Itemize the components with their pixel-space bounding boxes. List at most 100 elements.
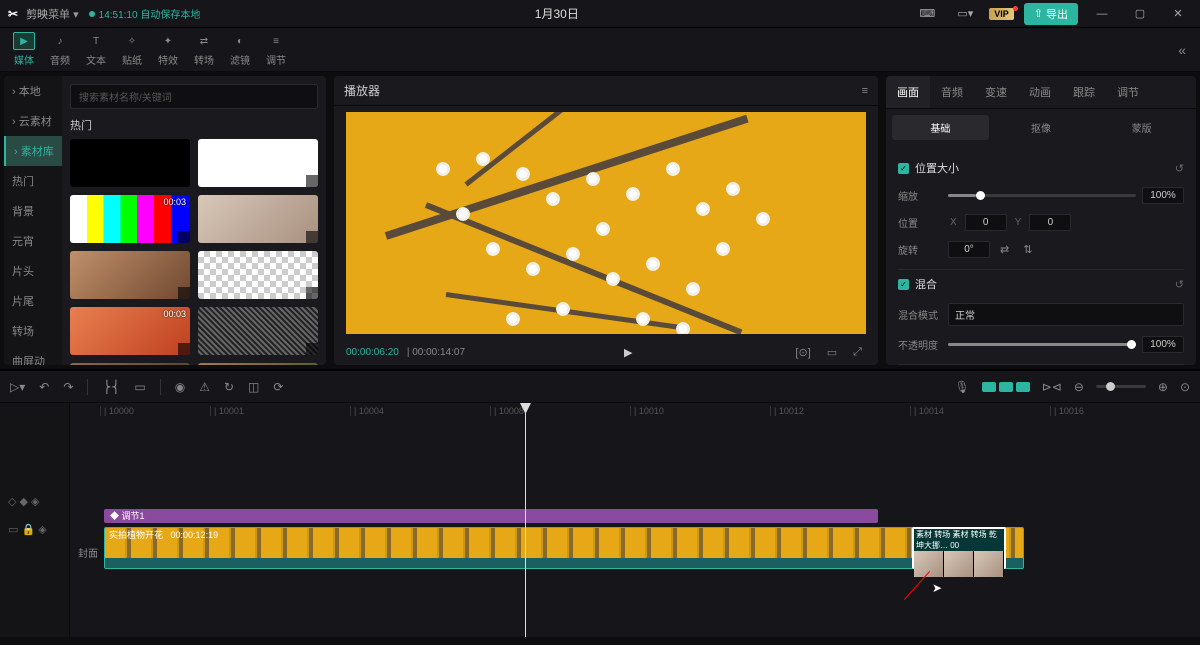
zoom-slider[interactable] bbox=[1096, 385, 1146, 388]
track-toggle-adjust[interactable]: ◇ ◆ ◈ bbox=[0, 487, 69, 515]
category-tab-2[interactable]: T文本 bbox=[78, 32, 114, 67]
layout-icon[interactable]: ▭▾ bbox=[951, 7, 979, 20]
pos-size-header: 位置大小 bbox=[915, 160, 959, 176]
reverse-icon[interactable]: ↻ bbox=[224, 380, 234, 394]
zoom-fit-icon[interactable]: ⊙ bbox=[1180, 380, 1190, 394]
inspector-subtab[interactable]: 基础 bbox=[892, 115, 989, 140]
media-sidebar-item[interactable]: 片头 bbox=[4, 256, 62, 286]
media-sidebar-item[interactable]: 转场 bbox=[4, 316, 62, 346]
media-sidebar-item[interactable]: › 本地 bbox=[4, 76, 62, 106]
app-name: 剪映 bbox=[26, 6, 48, 22]
opacity-slider[interactable] bbox=[948, 343, 1136, 346]
media-sidebar-item[interactable]: 片尾 bbox=[4, 286, 62, 316]
blend-checkbox[interactable]: ✓ bbox=[898, 279, 909, 290]
media-sidebar-item[interactable]: 曲屏动画 bbox=[4, 346, 62, 365]
freeze-icon[interactable]: ⚠ bbox=[199, 380, 210, 394]
media-sidebar-item[interactable]: 背景 bbox=[4, 196, 62, 226]
fullscreen-icon[interactable]: ⤢ bbox=[849, 346, 866, 359]
scale-icon[interactable]: [⊙] bbox=[791, 346, 814, 359]
rotation-input[interactable]: 0° bbox=[948, 241, 990, 258]
opacity-value[interactable]: 100% bbox=[1142, 336, 1184, 353]
reset-pos-icon[interactable]: ↺ bbox=[1175, 162, 1184, 175]
play-button[interactable]: ▶ bbox=[624, 346, 632, 359]
media-thumbnail[interactable] bbox=[70, 251, 190, 299]
video-clip-secondary[interactable]: 素材 转场 素材 转场 乾坤大挪… 00 bbox=[912, 527, 1006, 569]
player-title: 播放器 bbox=[344, 82, 380, 99]
adjustment-track[interactable]: ◆ 调节1 bbox=[104, 509, 878, 523]
vip-badge[interactable]: VIP bbox=[989, 8, 1014, 20]
ratio-icon[interactable]: ▭ bbox=[823, 346, 841, 359]
media-thumbnail[interactable]: 00:03 bbox=[70, 307, 190, 355]
rotate-icon[interactable]: ⟳ bbox=[273, 380, 283, 394]
media-sidebar-item[interactable]: 热门 bbox=[4, 166, 62, 196]
media-sidebar-item[interactable]: › 素材库 bbox=[4, 136, 62, 166]
blend-header: 混合 bbox=[915, 276, 937, 292]
inspector-tab[interactable]: 跟踪 bbox=[1062, 76, 1106, 108]
inspector-tab[interactable]: 变速 bbox=[974, 76, 1018, 108]
reset-blend-icon[interactable]: ↺ bbox=[1175, 278, 1184, 291]
close-button[interactable]: ✕ bbox=[1164, 7, 1192, 20]
player-menu-icon[interactable]: ≡ bbox=[862, 85, 868, 97]
media-thumbnail[interactable] bbox=[198, 195, 318, 243]
inspector-tab[interactable]: 动画 bbox=[1018, 76, 1062, 108]
inspector-tab[interactable]: 音频 bbox=[930, 76, 974, 108]
scale-value[interactable]: 100% bbox=[1142, 187, 1184, 204]
media-thumbnail[interactable]: 00:03 bbox=[70, 363, 190, 365]
menu-dropdown[interactable]: 菜单 ▾ bbox=[48, 6, 79, 22]
crop-icon[interactable]: ◫ bbox=[248, 380, 259, 394]
maximize-button[interactable]: ▢ bbox=[1126, 7, 1154, 20]
media-sidebar-item[interactable]: › 云素材 bbox=[4, 106, 62, 136]
app-logo: ✂ bbox=[8, 7, 18, 21]
scale-slider[interactable] bbox=[948, 194, 1136, 197]
minimize-button[interactable]: — bbox=[1088, 8, 1116, 20]
media-thumbnail[interactable]: 00:03 bbox=[70, 195, 190, 243]
player-canvas[interactable] bbox=[346, 112, 866, 334]
flip-v-icon[interactable]: ⇅ bbox=[1019, 243, 1036, 256]
undo-icon[interactable]: ↶ bbox=[39, 380, 49, 394]
flip-h-icon[interactable]: ⇄ bbox=[996, 243, 1013, 256]
inspector-subtab[interactable]: 抠像 bbox=[993, 115, 1090, 140]
category-tab-5[interactable]: ⇄转场 bbox=[186, 32, 222, 67]
timeline-ruler[interactable]: | 10000| 10001| 10004| 10008| 10010| 100… bbox=[70, 403, 1200, 421]
category-tab-1[interactable]: ♪音频 bbox=[42, 32, 78, 67]
category-tab-6[interactable]: ◐滤镜 bbox=[222, 32, 258, 67]
media-sidebar-item[interactable]: 元宵 bbox=[4, 226, 62, 256]
inspector-subtab[interactable]: 蒙版 bbox=[1093, 115, 1190, 140]
record-icon[interactable]: ◉ bbox=[175, 380, 185, 394]
shortcuts-icon[interactable]: ⌨ bbox=[913, 7, 941, 20]
media-thumbnail[interactable] bbox=[198, 139, 318, 187]
media-thumbnail[interactable] bbox=[198, 251, 318, 299]
search-input[interactable]: 搜索素材名称/关键词 bbox=[70, 84, 318, 109]
category-tab-0[interactable]: ▶媒体 bbox=[6, 32, 42, 67]
blend-mode-select[interactable]: 正常 bbox=[948, 303, 1184, 326]
category-toolbar: ▶媒体♪音频T文本✧贴纸✦特效⇄转场◐滤镜≡调节 « bbox=[0, 28, 1200, 72]
media-thumbnail[interactable]: 00:03 bbox=[198, 363, 318, 365]
mic-icon[interactable]: 🎙 bbox=[954, 380, 969, 394]
cursor-icon: ➤ bbox=[932, 581, 942, 595]
redo-icon[interactable]: ↷ bbox=[63, 380, 73, 394]
media-thumbnail[interactable] bbox=[198, 307, 318, 355]
titlebar: ✂ 剪映 菜单 ▾ 14:51:10 自动保存本地 1月30日 ⌨ ▭▾ VIP… bbox=[0, 0, 1200, 28]
select-tool-icon[interactable]: ▷▾ bbox=[10, 380, 25, 394]
track-toggle-video[interactable]: ▭ 🔒 ◈ bbox=[0, 515, 69, 543]
media-thumbnail[interactable] bbox=[70, 139, 190, 187]
playhead[interactable] bbox=[525, 403, 526, 637]
position-x-input[interactable]: 0 bbox=[965, 214, 1007, 231]
magnet-icon[interactable]: ⊳⊲ bbox=[1042, 380, 1062, 394]
split-icon[interactable]: ⎬⎨ bbox=[102, 380, 120, 394]
position-y-input[interactable]: 0 bbox=[1029, 214, 1071, 231]
collapse-panel-button[interactable]: « bbox=[1170, 42, 1194, 58]
delete-icon[interactable]: ▭ bbox=[134, 380, 145, 394]
inspector-tab[interactable]: 调节 bbox=[1106, 76, 1150, 108]
export-button[interactable]: ⇧ 导出 bbox=[1024, 3, 1078, 25]
pos-size-checkbox[interactable]: ✓ bbox=[898, 163, 909, 174]
zoom-out-icon[interactable]: ⊖ bbox=[1074, 380, 1084, 394]
inspector-tab[interactable]: 画面 bbox=[886, 76, 930, 108]
media-thumbnail-grid: 00:03 00:03 00:03 00:03 bbox=[70, 139, 318, 365]
category-tab-7[interactable]: ≡调节 bbox=[258, 32, 294, 67]
category-tab-3[interactable]: ✧贴纸 bbox=[114, 32, 150, 67]
category-tab-4[interactable]: ✦特效 bbox=[150, 32, 186, 67]
track-height-chips[interactable] bbox=[982, 382, 1030, 392]
zoom-in-icon[interactable]: ⊕ bbox=[1158, 380, 1168, 394]
video-clip-main[interactable]: 实拍植物开花 00:00:12:19 bbox=[104, 527, 1024, 569]
